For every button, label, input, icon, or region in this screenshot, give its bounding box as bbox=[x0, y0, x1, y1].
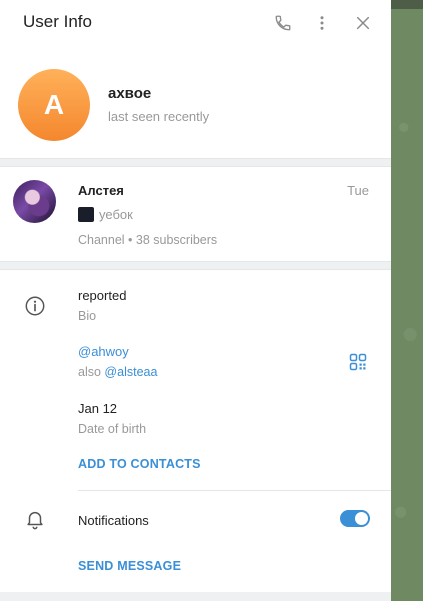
channel-avatar bbox=[13, 180, 56, 223]
bio-text[interactable]: reported bbox=[78, 288, 126, 303]
toggle-knob bbox=[355, 512, 368, 525]
channel-last-message-text: уебок bbox=[99, 207, 133, 222]
personal-channel-item[interactable]: Алстея Tue уебок Channel • 38 subscriber… bbox=[0, 166, 391, 261]
add-to-contacts-button[interactable]: ADD TO CONTACTS bbox=[78, 457, 201, 471]
more-vertical-icon bbox=[320, 16, 324, 30]
send-message-button[interactable]: SEND MESSAGE bbox=[78, 559, 181, 573]
profile-section: A ахвое last seen recently bbox=[0, 46, 391, 158]
section-divider bbox=[0, 261, 391, 270]
profile-name: ахвое bbox=[108, 85, 152, 102]
media-thumbnail bbox=[78, 207, 94, 222]
close-button[interactable] bbox=[351, 11, 375, 35]
also-username-link[interactable]: @alsteaa bbox=[104, 365, 157, 379]
avatar-letter: A bbox=[43, 89, 65, 120]
avatar[interactable]: A bbox=[18, 69, 90, 141]
bottom-divider bbox=[0, 592, 391, 601]
birthday-value[interactable]: Jan 12 bbox=[78, 401, 117, 416]
channel-date: Tue bbox=[347, 183, 369, 198]
bell-icon bbox=[27, 511, 43, 530]
notifications-label: Notifications bbox=[78, 513, 149, 528]
more-options-button[interactable] bbox=[310, 11, 334, 35]
profile-status: last seen recently bbox=[108, 109, 210, 124]
birthday-label: Date of birth bbox=[78, 422, 147, 436]
user-info-panel: User Info A ахвое last seen recently Алс… bbox=[0, 0, 391, 601]
qr-code-icon[interactable] bbox=[349, 353, 367, 371]
panel-title: User Info bbox=[23, 12, 92, 31]
panel-header: User Info bbox=[0, 0, 391, 46]
phone-icon bbox=[275, 15, 291, 31]
info-icon bbox=[25, 296, 45, 316]
info-section: reported Bio @ahwoy also @alsteaa Jan 12… bbox=[0, 270, 391, 592]
bio-label: Bio bbox=[78, 309, 97, 323]
close-icon bbox=[356, 16, 370, 30]
notifications-toggle[interactable] bbox=[340, 510, 370, 527]
also-username-row: also @alsteaa bbox=[78, 365, 157, 379]
call-button[interactable] bbox=[271, 11, 295, 35]
username-link[interactable]: @ahwoy bbox=[78, 344, 129, 359]
channel-last-message: уебок bbox=[78, 207, 133, 222]
chat-background bbox=[391, 0, 423, 601]
also-prefix: also bbox=[78, 365, 101, 379]
row-separator bbox=[78, 490, 391, 491]
channel-meta: Channel • 38 subscribers bbox=[78, 233, 218, 247]
channel-name: Алстея bbox=[78, 183, 124, 198]
